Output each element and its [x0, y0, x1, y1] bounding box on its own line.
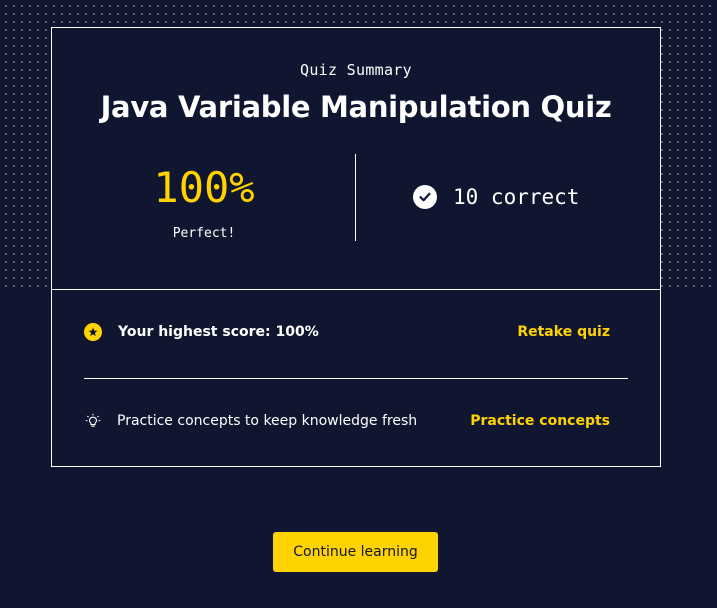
practice-concepts-link[interactable]: Practice concepts: [470, 413, 610, 429]
summary-header: Quiz Summary Java Variable Manipulation …: [52, 28, 660, 290]
score-block: 100% Perfect!: [52, 158, 356, 241]
actions-divider: [84, 378, 628, 379]
quiz-title: Java Variable Manipulation Quiz: [100, 90, 612, 124]
score-percent: 100%: [153, 163, 255, 212]
highest-score-text: Your highest score: 100%: [118, 324, 319, 340]
highest-score-row: Your highest score: 100% Retake quiz: [84, 323, 610, 341]
summary-actions: Your highest score: 100% Retake quiz Pra…: [52, 290, 660, 466]
score-caption: Perfect!: [172, 226, 236, 241]
quiz-summary-card: Quiz Summary Java Variable Manipulation …: [51, 27, 661, 467]
correct-count: 10 correct: [453, 185, 580, 209]
practice-text: Practice concepts to keep knowledge fres…: [117, 413, 418, 429]
practice-row: Practice concepts to keep knowledge fres…: [84, 412, 610, 430]
summary-eyebrow: Quiz Summary: [300, 61, 412, 79]
correct-count-block: 10 correct: [413, 185, 579, 209]
lightbulb-icon: [84, 412, 102, 430]
check-circle-icon: [413, 185, 437, 209]
retake-quiz-link[interactable]: Retake quiz: [517, 324, 610, 340]
star-icon: [84, 323, 102, 341]
score-divider: [355, 154, 356, 241]
continue-learning-button[interactable]: Continue learning: [273, 532, 438, 572]
